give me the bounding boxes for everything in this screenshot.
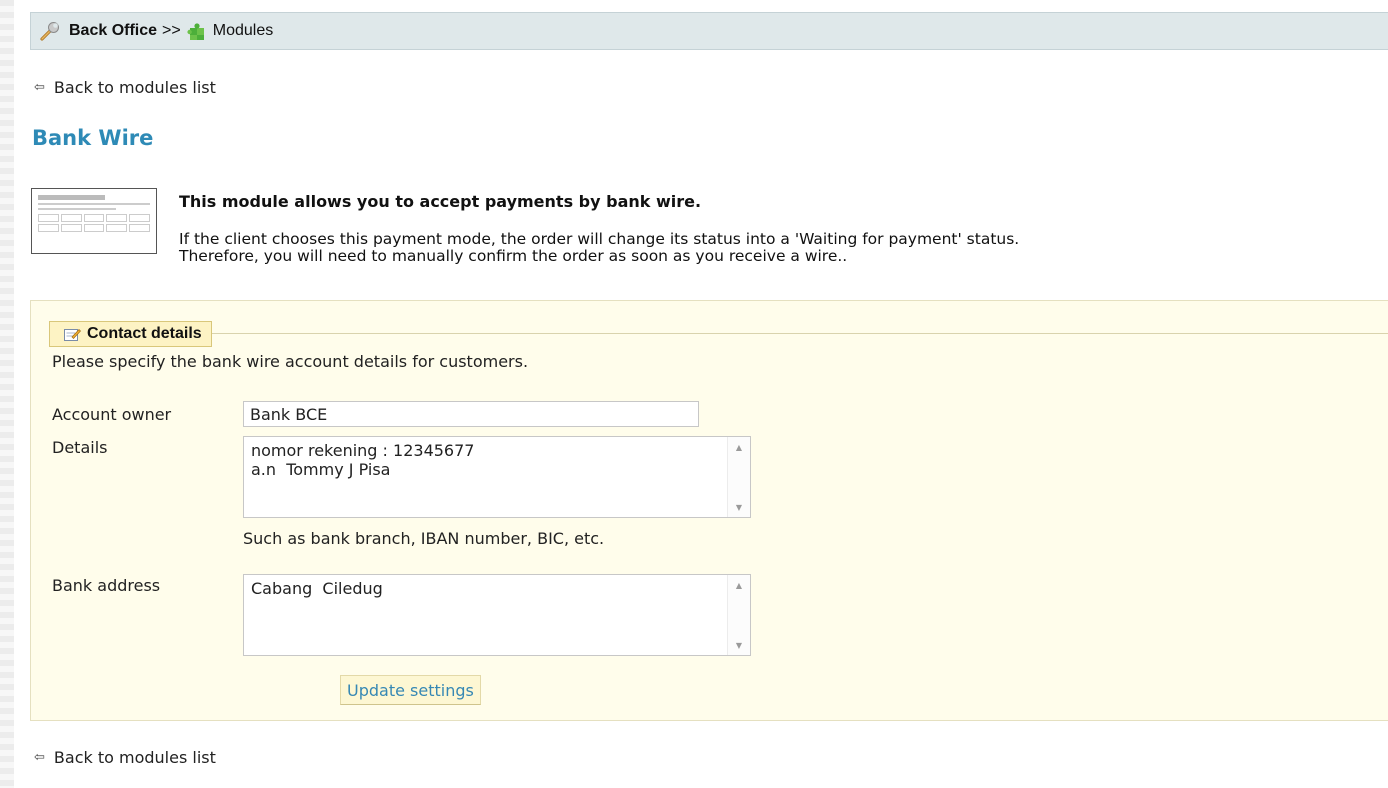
puzzle-icon — [187, 21, 207, 41]
bank-address-label: Bank address — [52, 576, 161, 595]
contact-details-fieldset: Contact details Please specify the bank … — [30, 300, 1388, 721]
details-label: Details — [52, 438, 108, 457]
back-link-label: Back to modules list — [53, 748, 216, 767]
breadcrumb: Back Office >> Modules — [30, 12, 1388, 50]
legend-label: Contact details — [87, 325, 202, 342]
scroll-down-icon[interactable]: ▼ — [728, 638, 750, 654]
description-line-1: If the client chooses this payment mode,… — [179, 230, 1020, 248]
description-line-2: Therefore, you will need to manually con… — [179, 247, 848, 265]
details-textarea-box: nomor rekening : 12345677 a.n Tommy J Pi… — [243, 436, 751, 518]
details-hint: Such as bank branch, IBAN number, BIC, e… — [243, 529, 605, 548]
back-to-modules-link[interactable]: ⇦ Back to modules list — [34, 78, 216, 97]
back-link-label: Back to modules list — [53, 78, 216, 97]
account-owner-input[interactable] — [243, 401, 699, 427]
module-description: If the client chooses this payment mode,… — [179, 231, 1359, 265]
breadcrumb-root[interactable]: Back Office — [69, 22, 157, 40]
left-edge-strip — [0, 0, 14, 788]
fieldset-border — [49, 333, 1388, 334]
wrench-icon — [39, 20, 61, 42]
details-scrollbar[interactable]: ▲ ▼ — [727, 437, 750, 517]
page-title: Bank Wire — [32, 126, 154, 150]
scroll-up-icon[interactable]: ▲ — [728, 578, 750, 594]
back-arrow-icon: ⇦ — [34, 750, 45, 765]
module-summary: This module allows you to accept payment… — [179, 192, 702, 211]
bank-address-scrollbar[interactable]: ▲ ▼ — [727, 575, 750, 655]
back-arrow-icon: ⇦ — [34, 80, 45, 95]
bank-address-textarea[interactable]: Cabang Ciledug — [244, 575, 728, 655]
details-textarea[interactable]: nomor rekening : 12345677 a.n Tommy J Pi… — [244, 437, 728, 517]
bank-address-textarea-box: Cabang Ciledug ▲ ▼ — [243, 574, 751, 656]
breadcrumb-current: Modules — [212, 22, 274, 39]
breadcrumb-separator: >> — [162, 22, 181, 39]
scroll-down-icon[interactable]: ▼ — [728, 500, 750, 516]
back-to-modules-link-bottom[interactable]: ⇦ Back to modules list — [34, 748, 216, 767]
scroll-up-icon[interactable]: ▲ — [728, 440, 750, 456]
edit-note-icon — [64, 327, 81, 342]
module-thumbnail — [31, 188, 157, 254]
update-settings-button[interactable]: Update settings — [340, 675, 481, 705]
form-intro: Please specify the bank wire account det… — [52, 352, 529, 371]
account-owner-label: Account owner — [52, 405, 172, 424]
fieldset-legend: Contact details — [49, 321, 212, 347]
